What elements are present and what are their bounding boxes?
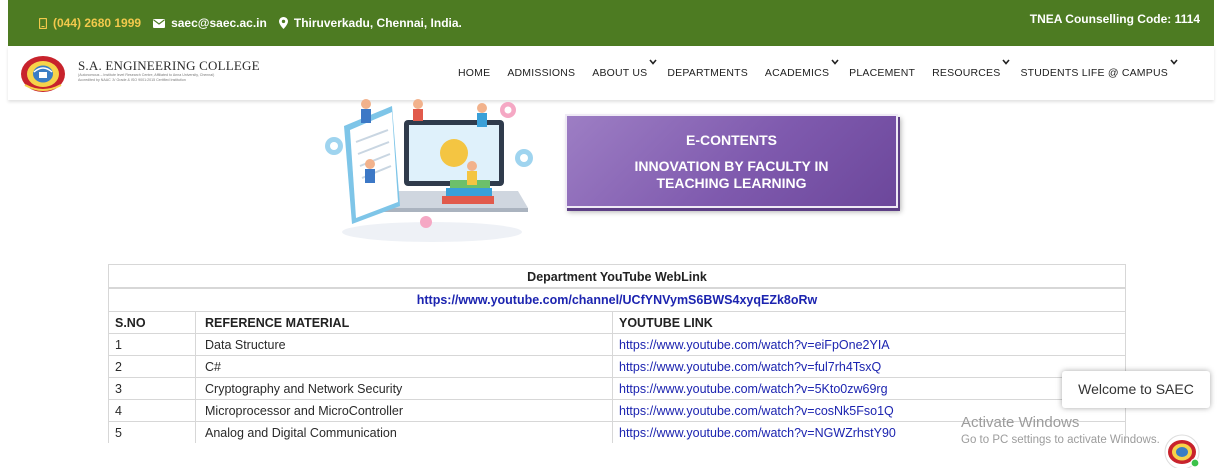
top-contact-bar: (044) 2680 1999 saec@saec.ac.in Thiruver… [8, 0, 1214, 46]
email-contact[interactable]: saec@saec.ac.in [153, 16, 267, 30]
nav-students-life-label: STUDENTS LIFE @ CAMPUS [1020, 67, 1168, 79]
chat-avatar-button[interactable] [1158, 431, 1204, 468]
nav-about-us[interactable]: ABOUT US [592, 59, 657, 79]
row-sno: 4 [108, 400, 195, 421]
row-sno: 2 [108, 356, 195, 377]
nav-academics[interactable]: ACADEMICS [764, 59, 839, 79]
row-material: Analog and Digital Communication [195, 422, 612, 443]
header-sno: S.NO [108, 312, 195, 333]
row-link-cell: https://www.youtube.com/watch?v=eiFpOne2… [612, 334, 1126, 355]
nav-resources[interactable]: RESOURCES [932, 59, 1011, 79]
channel-link-row: https://www.youtube.com/channel/UCfYNVym… [108, 288, 1126, 311]
channel-link[interactable]: https://www.youtube.com/channel/UCfYNVym… [417, 293, 818, 307]
banner-line-2: TEACHING LEARNING [656, 175, 807, 191]
college-name[interactable]: S.A. ENGINEERING COLLEGE [78, 58, 260, 74]
row-material: Data Structure [195, 334, 612, 355]
chat-welcome-bubble[interactable]: Welcome to SAEC [1062, 371, 1210, 408]
header-material: REFERENCE MATERIAL [195, 312, 612, 333]
e-contents-banner: E-CONTENTS INNOVATION BY FACULTY IN TEAC… [565, 114, 898, 208]
row-material: Cryptography and Network Security [195, 378, 612, 399]
nav-resources-label: RESOURCES [932, 67, 1001, 79]
location-text: Thiruverkadu, Chennai, India. [293, 16, 462, 30]
row-material: Microprocessor and MicroController [195, 400, 612, 421]
nav-academics-label: ACADEMICS [764, 67, 830, 79]
contact-info: (044) 2680 1999 saec@saec.ac.in Thiruver… [39, 16, 474, 30]
college-subtitle-2: Accredited by NAAC 'A' Grade & ISO 9001:… [78, 78, 186, 82]
banner-line-1: INNOVATION BY FACULTY IN [634, 158, 829, 174]
nav-students-life[interactable]: STUDENTS LIFE @ CAMPUS [1020, 59, 1178, 79]
table-row: 2 C# https://www.youtube.com/watch?v=ful… [108, 355, 1126, 377]
youtube-link[interactable]: https://www.youtube.com/watch?v=eiFpOne2… [619, 338, 890, 352]
header-youtube-link: YOUTUBE LINK [612, 312, 1126, 333]
windows-activation-watermark: Activate Windows Go to PC settings to ac… [961, 414, 1160, 446]
nav-admissions[interactable]: ADMISSIONS [507, 67, 575, 79]
table-title: Department YouTube WebLink [108, 264, 1126, 288]
nav-placement[interactable]: PLACEMENT [849, 67, 915, 79]
phone-contact[interactable]: (044) 2680 1999 [39, 16, 141, 30]
table-row: 3 Cryptography and Network Security http… [108, 377, 1126, 399]
email-address: saec@saec.ac.in [171, 16, 267, 30]
row-sno: 5 [108, 422, 195, 443]
tnea-code: TNEA Counselling Code: 1114 [1029, 12, 1200, 26]
table-row: 1 Data Structure https://www.youtube.com… [108, 333, 1126, 355]
nav-departments[interactable]: DEPARTMENTS [667, 67, 748, 79]
main-navbar: S.A. ENGINEERING COLLEGE (Autonomous – I… [8, 46, 1214, 100]
envelope-icon [153, 18, 166, 28]
college-accreditation: (Autonomous – Institute level Research C… [78, 73, 268, 83]
nav-home[interactable]: HOME [458, 67, 490, 79]
youtube-link[interactable]: https://www.youtube.com/watch?v=5Kto0zw6… [619, 382, 888, 396]
map-pin-icon [278, 17, 288, 29]
college-logo[interactable] [20, 55, 66, 93]
youtube-link[interactable]: https://www.youtube.com/watch?v=ful7rh4T… [619, 360, 881, 374]
activation-subtitle: Go to PC settings to activate Windows. [961, 434, 1160, 446]
row-material: C# [195, 356, 612, 377]
phone-number: (044) 2680 1999 [53, 16, 142, 30]
nav-menu: HOME ADMISSIONS ABOUT US DEPARTMENTS ACA… [458, 59, 1188, 79]
youtube-link[interactable]: https://www.youtube.com/watch?v=NGWZrhst… [619, 426, 896, 440]
youtube-link[interactable]: https://www.youtube.com/watch?v=cosNk5Fs… [619, 404, 894, 418]
chevron-down-icon [1170, 59, 1178, 65]
chevron-down-icon [831, 59, 839, 65]
e-learning-illustration [325, 99, 533, 242]
table-header-row: S.NO REFERENCE MATERIAL YOUTUBE LINK [108, 311, 1126, 333]
row-link-cell: https://www.youtube.com/watch?v=5Kto0zw6… [612, 378, 1126, 399]
location-contact: Thiruverkadu, Chennai, India. [278, 16, 462, 30]
chevron-down-icon [649, 59, 657, 65]
banner-subtitle: INNOVATION BY FACULTY IN TEACHING LEARNI… [567, 158, 896, 192]
chevron-down-icon [1002, 59, 1011, 65]
phone-icon [39, 17, 47, 29]
row-sno: 1 [108, 334, 195, 355]
activation-title: Activate Windows [961, 414, 1080, 431]
banner-title: E-CONTENTS [686, 132, 777, 148]
row-sno: 3 [108, 378, 195, 399]
row-link-cell: https://www.youtube.com/watch?v=ful7rh4T… [612, 356, 1126, 377]
nav-about-us-label: ABOUT US [592, 67, 648, 79]
